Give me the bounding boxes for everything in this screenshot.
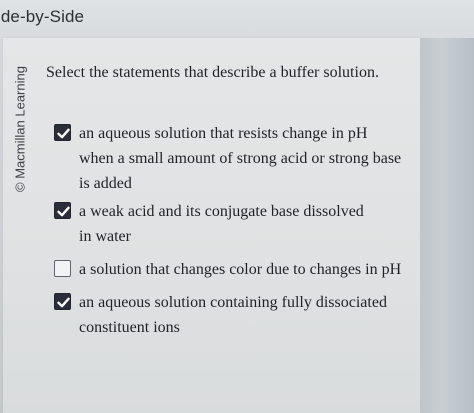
- answer-line: when a small amount of strong acid or st…: [79, 150, 402, 167]
- answer-option-label: a weak acid and its conjugate base disso…: [79, 199, 409, 249]
- answer-line: a solution that changes color due to cha…: [79, 261, 402, 278]
- answer-line: constituent ions: [79, 319, 180, 336]
- answer-line: in water: [79, 228, 131, 245]
- checkbox-unchecked[interactable]: [54, 260, 71, 277]
- answer-line: a weak acid and its conjugate base disso…: [79, 203, 364, 220]
- right-panel-edge: [420, 38, 474, 413]
- checkmark-icon: [57, 206, 70, 217]
- checkbox-checked[interactable]: [54, 124, 71, 141]
- checkmark-icon: [57, 297, 70, 308]
- checkmark-icon: [57, 128, 70, 139]
- copyright-label: © Macmillan Learning: [12, 66, 28, 192]
- answer-option-label: an aqueous solution that resists change …: [79, 121, 409, 196]
- answer-line: an aqueous solution that resists change …: [79, 125, 368, 142]
- answer-option-label: a solution that changes color due to cha…: [79, 257, 409, 282]
- checkbox-checked[interactable]: [54, 202, 71, 219]
- answer-line: is added: [79, 175, 132, 192]
- page-title: ide-by-Side: [0, 7, 85, 26]
- checkbox-checked[interactable]: [54, 293, 71, 310]
- answer-line: an aqueous solution containing fully dis…: [79, 294, 387, 311]
- question-prompt: Select the statements that describe a bu…: [46, 64, 379, 81]
- top-bar: ide-by-Side: [0, 0, 474, 40]
- copyright-sidebar: © Macmillan Learning: [8, 60, 32, 198]
- answer-option-label: an aqueous solution containing fully dis…: [79, 290, 409, 340]
